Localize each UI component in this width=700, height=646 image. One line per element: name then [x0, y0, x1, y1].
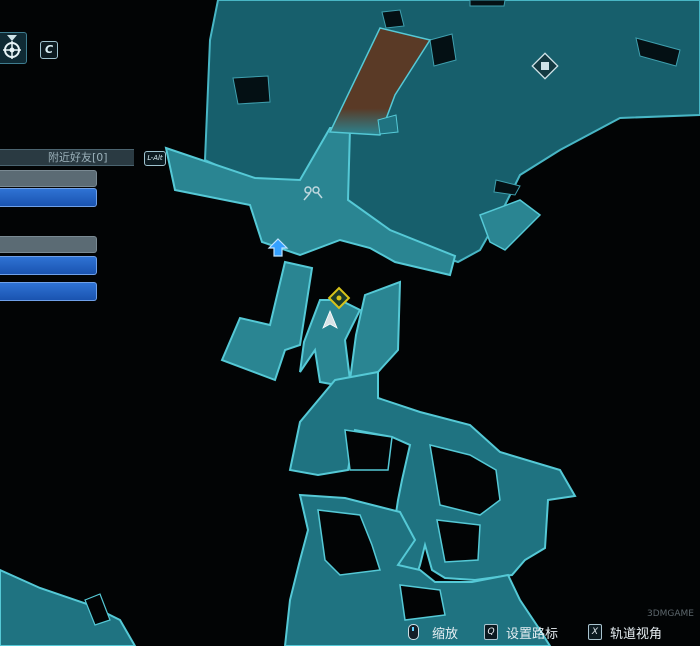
orbit-hint-label: 轨道视角 — [610, 627, 663, 642]
map-hole — [232, 75, 271, 105]
orbit-key: X — [588, 624, 602, 640]
map-hole — [399, 584, 446, 621]
nearby-friends-row[interactable]: 附近好友[0] — [0, 149, 134, 166]
nearby-friends-label: 附近好友[0] — [48, 151, 108, 164]
map-hole — [469, 0, 506, 7]
lalt-key-hint: L-Alt — [144, 151, 166, 166]
left-panel: C 附近好友[0] L-Alt — [0, 0, 170, 310]
zoom-hint-label: 缩放 — [432, 627, 459, 642]
sidebar-bar-blue[interactable] — [0, 188, 97, 207]
map-hole — [429, 33, 457, 67]
mouse-scroll-icon — [408, 624, 419, 640]
watermark: 3DMGAME — [646, 609, 694, 619]
sidebar-bar-blue[interactable] — [0, 256, 97, 275]
waypoint-hint-label: 设置路标 — [506, 627, 559, 642]
sidebar-bar-grey[interactable] — [0, 236, 97, 253]
control-hints-bar: 缩放 Q 设置路标 X 轨道视角 — [400, 620, 700, 642]
waypoint-key: Q — [484, 624, 498, 640]
open-key-hint: C — [40, 41, 58, 59]
sidebar-bar-blue[interactable] — [0, 282, 97, 301]
map-hole — [344, 429, 393, 471]
sidebar-bar-grey[interactable] — [0, 170, 97, 187]
medal-gear-icon[interactable] — [0, 32, 27, 64]
map-hole — [381, 9, 405, 29]
map-hole — [436, 519, 481, 563]
